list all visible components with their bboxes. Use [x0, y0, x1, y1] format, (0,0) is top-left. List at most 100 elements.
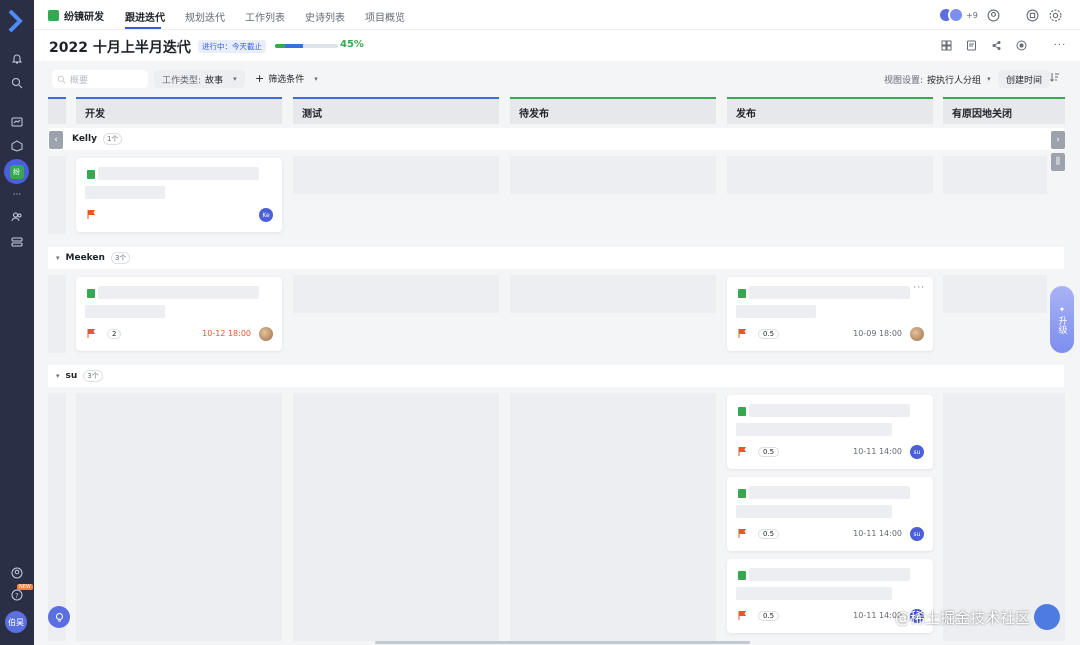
work-type-filter[interactable]: 工作类型: 故事 ▾ [154, 70, 245, 88]
column-header-pending-release: 待发布 [510, 97, 716, 124]
filter-conditions-button[interactable]: + 筛选条件 ▾ [255, 72, 318, 85]
tab-plan-sprint[interactable]: 规划迭代 [185, 9, 225, 24]
swimlane-header-su[interactable]: ▾ su 3个 [48, 365, 1064, 387]
swimlane-header-kelly[interactable]: Kelly 1个 [48, 128, 1064, 150]
layers-icon[interactable] [9, 234, 25, 250]
more-icon[interactable]: ··· [1054, 39, 1066, 51]
upgrade-label: 升级 [1056, 316, 1067, 334]
top-nav: 纷镜研发 跟进迭代 规划迭代 工作列表 史诗列表 项目概览 +9 [34, 0, 1080, 30]
assignee-avatar[interactable]: Ke [259, 208, 273, 222]
assignee-avatar[interactable]: su [910, 527, 924, 541]
sort-by-label: 创建时间 [1006, 75, 1043, 86]
more-dots-icon[interactable]: ··· [9, 187, 25, 203]
collapse-caret-icon[interactable]: ▾ [56, 372, 60, 380]
card-subtitle-placeholder [85, 186, 165, 199]
sprint-title[interactable]: 2022 十月上半月迭代 [49, 37, 191, 57]
watermark: @稀土掘金技术社区 [895, 604, 1060, 630]
report-icon[interactable] [965, 39, 977, 51]
lane-cell [727, 156, 933, 194]
story-points-badge: 2 [107, 329, 122, 339]
sort-by-dropdown[interactable]: 创建时间 [998, 70, 1051, 88]
tab-work-list[interactable]: 工作列表 [245, 9, 285, 24]
horizontal-scrollbar[interactable] [375, 641, 750, 644]
column-header-closed: 有原因地关闭 [943, 97, 1065, 124]
work-type-label: 工作类型: [162, 75, 202, 86]
search-icon[interactable] [9, 75, 25, 91]
user-avatar[interactable]: 伯昊 [5, 611, 27, 633]
story-points-badge: 0.5 [758, 611, 780, 621]
work-item-card[interactable]: 0.5 10-11 14:00 su [727, 395, 933, 469]
upgrade-button[interactable]: ✦ 升级 [1050, 286, 1074, 353]
svg-text:?: ? [15, 592, 19, 600]
work-item-card[interactable]: 2 10-12 18:00 [76, 277, 282, 351]
assignee-avatar[interactable]: su [910, 445, 924, 459]
group-name: Kelly [72, 134, 97, 144]
search-input[interactable]: 概要 [52, 70, 148, 88]
grid-icon[interactable] [940, 39, 952, 51]
lane-cell [943, 275, 1047, 313]
view-settings-dropdown[interactable]: 视图设置: 按执行人分组 ▾ [876, 70, 999, 88]
priority-flag-icon [87, 210, 95, 219]
member-avatars[interactable]: +9 [938, 7, 978, 23]
story-icon [87, 289, 95, 298]
group-count: 1个 [102, 133, 123, 145]
lane-cell [510, 275, 716, 313]
story-icon [738, 289, 746, 298]
lightbulb-icon[interactable] [48, 606, 70, 628]
tab-epic-list[interactable]: 史诗列表 [305, 9, 345, 24]
bell-icon[interactable] [9, 51, 25, 67]
assignee-avatar[interactable] [259, 327, 273, 341]
app-logo-icon[interactable] [7, 9, 27, 33]
share-icon[interactable] [990, 39, 1002, 51]
member-avatar [948, 7, 964, 23]
sprint-progress-text: 45% [340, 39, 364, 50]
scroll-right-arrow-icon[interactable]: › [1051, 131, 1065, 149]
sparkle-icon: ✦ [1058, 305, 1066, 314]
active-tab-indicator [125, 27, 161, 29]
sidebar-item-project-active[interactable]: 纷 [4, 159, 29, 184]
collapse-caret-icon[interactable]: ▾ [56, 254, 60, 262]
story-icon [738, 407, 746, 416]
complete-sprint-icon[interactable] [1015, 39, 1027, 51]
lane-cell [293, 156, 499, 194]
priority-flag-icon [738, 447, 746, 456]
settings-gear-icon[interactable] [1049, 7, 1062, 23]
story-icon [738, 571, 746, 580]
group-name: su [65, 371, 78, 381]
sprint-actions: ··· [940, 39, 1066, 51]
story-points-badge: 0.5 [758, 529, 780, 539]
work-item-card[interactable]: Ke [76, 158, 282, 232]
card-title-placeholder [749, 404, 910, 417]
dashboard-icon[interactable] [9, 114, 25, 130]
project-icon [48, 10, 59, 21]
card-more-icon[interactable]: ··· [913, 283, 925, 293]
user-circle-icon[interactable] [9, 565, 25, 581]
column-header-stub [48, 97, 66, 124]
sprint-header: 2022 十月上半月迭代 ▾ 进行中：今天截止 45% ··· [34, 30, 1080, 61]
lane-cell [48, 393, 66, 641]
swimlane-header-meeken[interactable]: ▾ Meeken 3个 [48, 247, 1064, 269]
column-settings-icon[interactable]: ⫼ [1051, 153, 1065, 171]
scroll-left-arrow-icon[interactable]: ‹ [49, 131, 63, 149]
tab-follow-sprint[interactable]: 跟进迭代 [125, 9, 165, 24]
profile-icon[interactable] [987, 7, 1000, 23]
sort-order-icon[interactable] [1050, 72, 1060, 82]
watermark-text: @稀土掘金技术社区 [894, 608, 1030, 627]
project-name[interactable]: 纷镜研发 [48, 8, 104, 23]
card-subtitle-placeholder [85, 305, 165, 318]
inbox-icon[interactable] [1026, 7, 1039, 23]
tab-project-overview[interactable]: 项目概览 [365, 9, 405, 24]
story-points-badge: 0.5 [758, 447, 780, 457]
work-item-card[interactable]: 0.5 10-11 14:00 su [727, 477, 933, 551]
chevron-down-icon[interactable]: ▾ [177, 40, 182, 50]
board-toolbar: 概要 工作类型: 故事 ▾ + 筛选条件 ▾ 视图设置: 按执行人分组 ▾ 创建… [34, 61, 1080, 97]
card-subtitle-placeholder [736, 587, 892, 600]
cube-icon[interactable] [9, 138, 25, 154]
due-date: 10-12 18:00 [202, 329, 251, 338]
team-icon[interactable] [9, 209, 25, 225]
story-icon [87, 170, 95, 179]
assignee-avatar[interactable] [910, 327, 924, 341]
group-name: Meeken [65, 253, 105, 263]
work-item-card[interactable]: ··· 0.5 10-09 18:00 [727, 277, 933, 351]
view-settings-label: 视图设置: [884, 75, 924, 86]
